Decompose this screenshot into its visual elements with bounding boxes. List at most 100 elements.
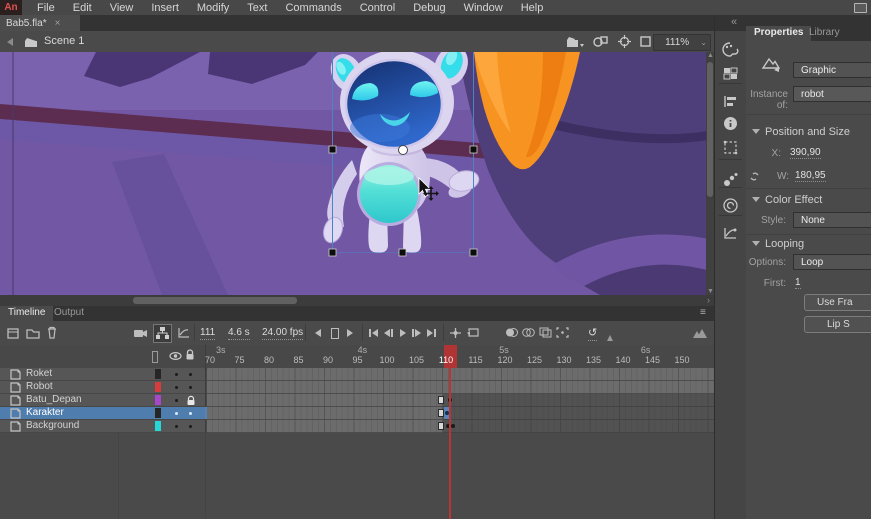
play-button[interactable]	[400, 329, 406, 337]
layer-name-cell[interactable]: Karakter	[0, 407, 206, 420]
layer-frames[interactable]	[205, 407, 714, 420]
stage-horizontal-scrollbar[interactable]: ›	[0, 295, 714, 306]
w-value-hot-text[interactable]: 180,95	[795, 170, 826, 182]
layer-visibility-dot[interactable]	[175, 373, 178, 376]
layer-row-background[interactable]: Background	[0, 420, 714, 433]
center-frame-button[interactable]	[449, 327, 462, 339]
collapse-dock-icon[interactable]: «	[731, 16, 736, 28]
menu-commands[interactable]: Commands	[276, 1, 350, 15]
layer-row-batu_depan[interactable]: Batu_Depan	[0, 394, 714, 407]
first-frame-hot-text[interactable]: 1	[795, 277, 801, 289]
menu-debug[interactable]: Debug	[404, 1, 454, 15]
layer-lock-dot[interactable]	[189, 412, 192, 415]
layer-lock-dot[interactable]	[189, 425, 192, 428]
menu-modify[interactable]: Modify	[188, 1, 238, 15]
back-arrow-icon[interactable]	[7, 38, 13, 46]
menu-file[interactable]: File	[28, 1, 64, 15]
playhead-line[interactable]	[449, 368, 451, 519]
swatches-panel-icon[interactable]	[715, 61, 746, 85]
zoom-out-timeline-icon[interactable]	[607, 332, 613, 344]
scroll-up-icon[interactable]: ▲	[707, 52, 714, 59]
properties-panel-icon[interactable]	[715, 37, 746, 61]
layer-visibility-dot[interactable]	[175, 412, 178, 415]
layer-row-roket[interactable]: Roket	[0, 368, 714, 381]
center-stage-icon[interactable]	[618, 35, 631, 48]
use-frame-picker-button[interactable]: Use Fra	[804, 294, 871, 311]
lock-column-icon[interactable]	[185, 349, 195, 361]
layer-lock-dot[interactable]	[189, 373, 192, 376]
layer-name-cell[interactable]: Roket	[0, 368, 206, 381]
graph-editor-button[interactable]	[177, 326, 191, 339]
scrollbar-thumb[interactable]	[707, 62, 713, 197]
layer-visibility-dot[interactable]	[175, 399, 178, 402]
add-camera-button[interactable]	[133, 328, 148, 339]
menu-text[interactable]: Text	[238, 1, 276, 15]
symbol-type-select[interactable]: Graphic	[793, 62, 871, 78]
layer-name-cell[interactable]: Background	[0, 420, 206, 433]
modify-markers-button[interactable]	[556, 327, 569, 338]
show-hide-column-icon[interactable]	[169, 351, 182, 361]
loop-start-icon[interactable]	[315, 329, 321, 337]
reset-timeline-zoom-button[interactable]: ↺	[588, 326, 597, 341]
show-parenting-view-button[interactable]	[153, 324, 172, 343]
panel-menu-icon[interactable]: ≡	[700, 307, 706, 318]
section-looping[interactable]: Looping	[752, 238, 804, 250]
layer-outline-color[interactable]	[155, 395, 161, 405]
current-frame-hot-text[interactable]: 111	[200, 327, 215, 340]
section-color-effect[interactable]: Color Effect	[752, 194, 822, 206]
tab-library[interactable]: Library	[801, 26, 848, 39]
go-to-last-frame-button[interactable]	[427, 329, 436, 337]
elapsed-time-hot-text[interactable]: 4.6 s	[228, 327, 250, 340]
delete-layer-button[interactable]	[46, 326, 58, 339]
stage-vertical-scrollbar[interactable]: ▲ ▼	[706, 52, 714, 295]
menu-edit[interactable]: Edit	[64, 1, 101, 15]
menu-window[interactable]: Window	[455, 1, 512, 15]
timeline-ruler[interactable]: 3s4s5s6s 7075808590951001051101151201251…	[205, 345, 714, 368]
instance-name-field[interactable]: robot	[793, 86, 871, 102]
layer-name-cell[interactable]: Robot	[0, 381, 206, 394]
menu-view[interactable]: View	[101, 1, 143, 15]
scene-name[interactable]: Scene 1	[44, 35, 84, 47]
step-forward-button[interactable]	[412, 329, 421, 337]
stage-canvas[interactable]	[0, 52, 714, 295]
layer-name-cell[interactable]: Batu_Depan	[0, 394, 206, 407]
edit-multiple-frames-button[interactable]	[539, 327, 552, 338]
layer-row-robot[interactable]: Robot	[0, 381, 714, 394]
step-back-button[interactable]	[384, 329, 393, 337]
layer-frames[interactable]	[205, 420, 714, 433]
layer-frames[interactable]	[205, 394, 714, 407]
onion-skin-button[interactable]	[505, 327, 518, 338]
info-panel-icon[interactable]	[715, 111, 746, 135]
section-position-and-size[interactable]: Position and Size	[752, 126, 850, 138]
edit-symbols-icon[interactable]	[593, 35, 609, 48]
menu-insert[interactable]: Insert	[142, 1, 188, 15]
zoom-in-timeline-icon[interactable]	[693, 329, 707, 341]
link-width-height-icon[interactable]	[748, 170, 761, 183]
motion-presets-panel-icon[interactable]	[715, 221, 746, 245]
layer-visibility-dot[interactable]	[175, 386, 178, 389]
scroll-right-icon[interactable]: ›	[707, 295, 710, 305]
loop-playback-button[interactable]	[466, 326, 481, 339]
layer-outline-color[interactable]	[155, 408, 161, 418]
layer-lock-dot[interactable]	[189, 386, 192, 389]
cc-libraries-panel-icon[interactable]	[715, 193, 746, 217]
loop-options-select[interactable]: Loop	[793, 254, 871, 270]
style-select[interactable]: None	[793, 212, 871, 228]
align-panel-icon[interactable]	[715, 89, 746, 113]
workspace-switcher-icon[interactable]	[854, 3, 867, 13]
scroll-down-icon[interactable]: ▼	[707, 288, 714, 295]
layer-row-karakter[interactable]: Karakter	[0, 407, 714, 420]
new-folder-button[interactable]	[26, 327, 40, 339]
onion-skin-outlines-button[interactable]	[522, 327, 535, 338]
app-logo[interactable]: An	[0, 0, 22, 15]
edit-scene-icon[interactable]	[566, 35, 584, 48]
stage-zoom-select[interactable]: 111% ⌄	[653, 34, 711, 51]
go-to-first-frame-button[interactable]	[369, 329, 378, 337]
menu-help[interactable]: Help	[512, 1, 553, 15]
close-tab-icon[interactable]: ×	[55, 18, 61, 29]
layer-frames[interactable]	[205, 368, 714, 381]
frame-rate-hot-text[interactable]: 24.00 fps	[262, 327, 303, 340]
new-layer-button[interactable]	[6, 327, 20, 339]
loop-range-icon[interactable]	[331, 328, 339, 339]
layer-visibility-dot[interactable]	[175, 425, 178, 428]
